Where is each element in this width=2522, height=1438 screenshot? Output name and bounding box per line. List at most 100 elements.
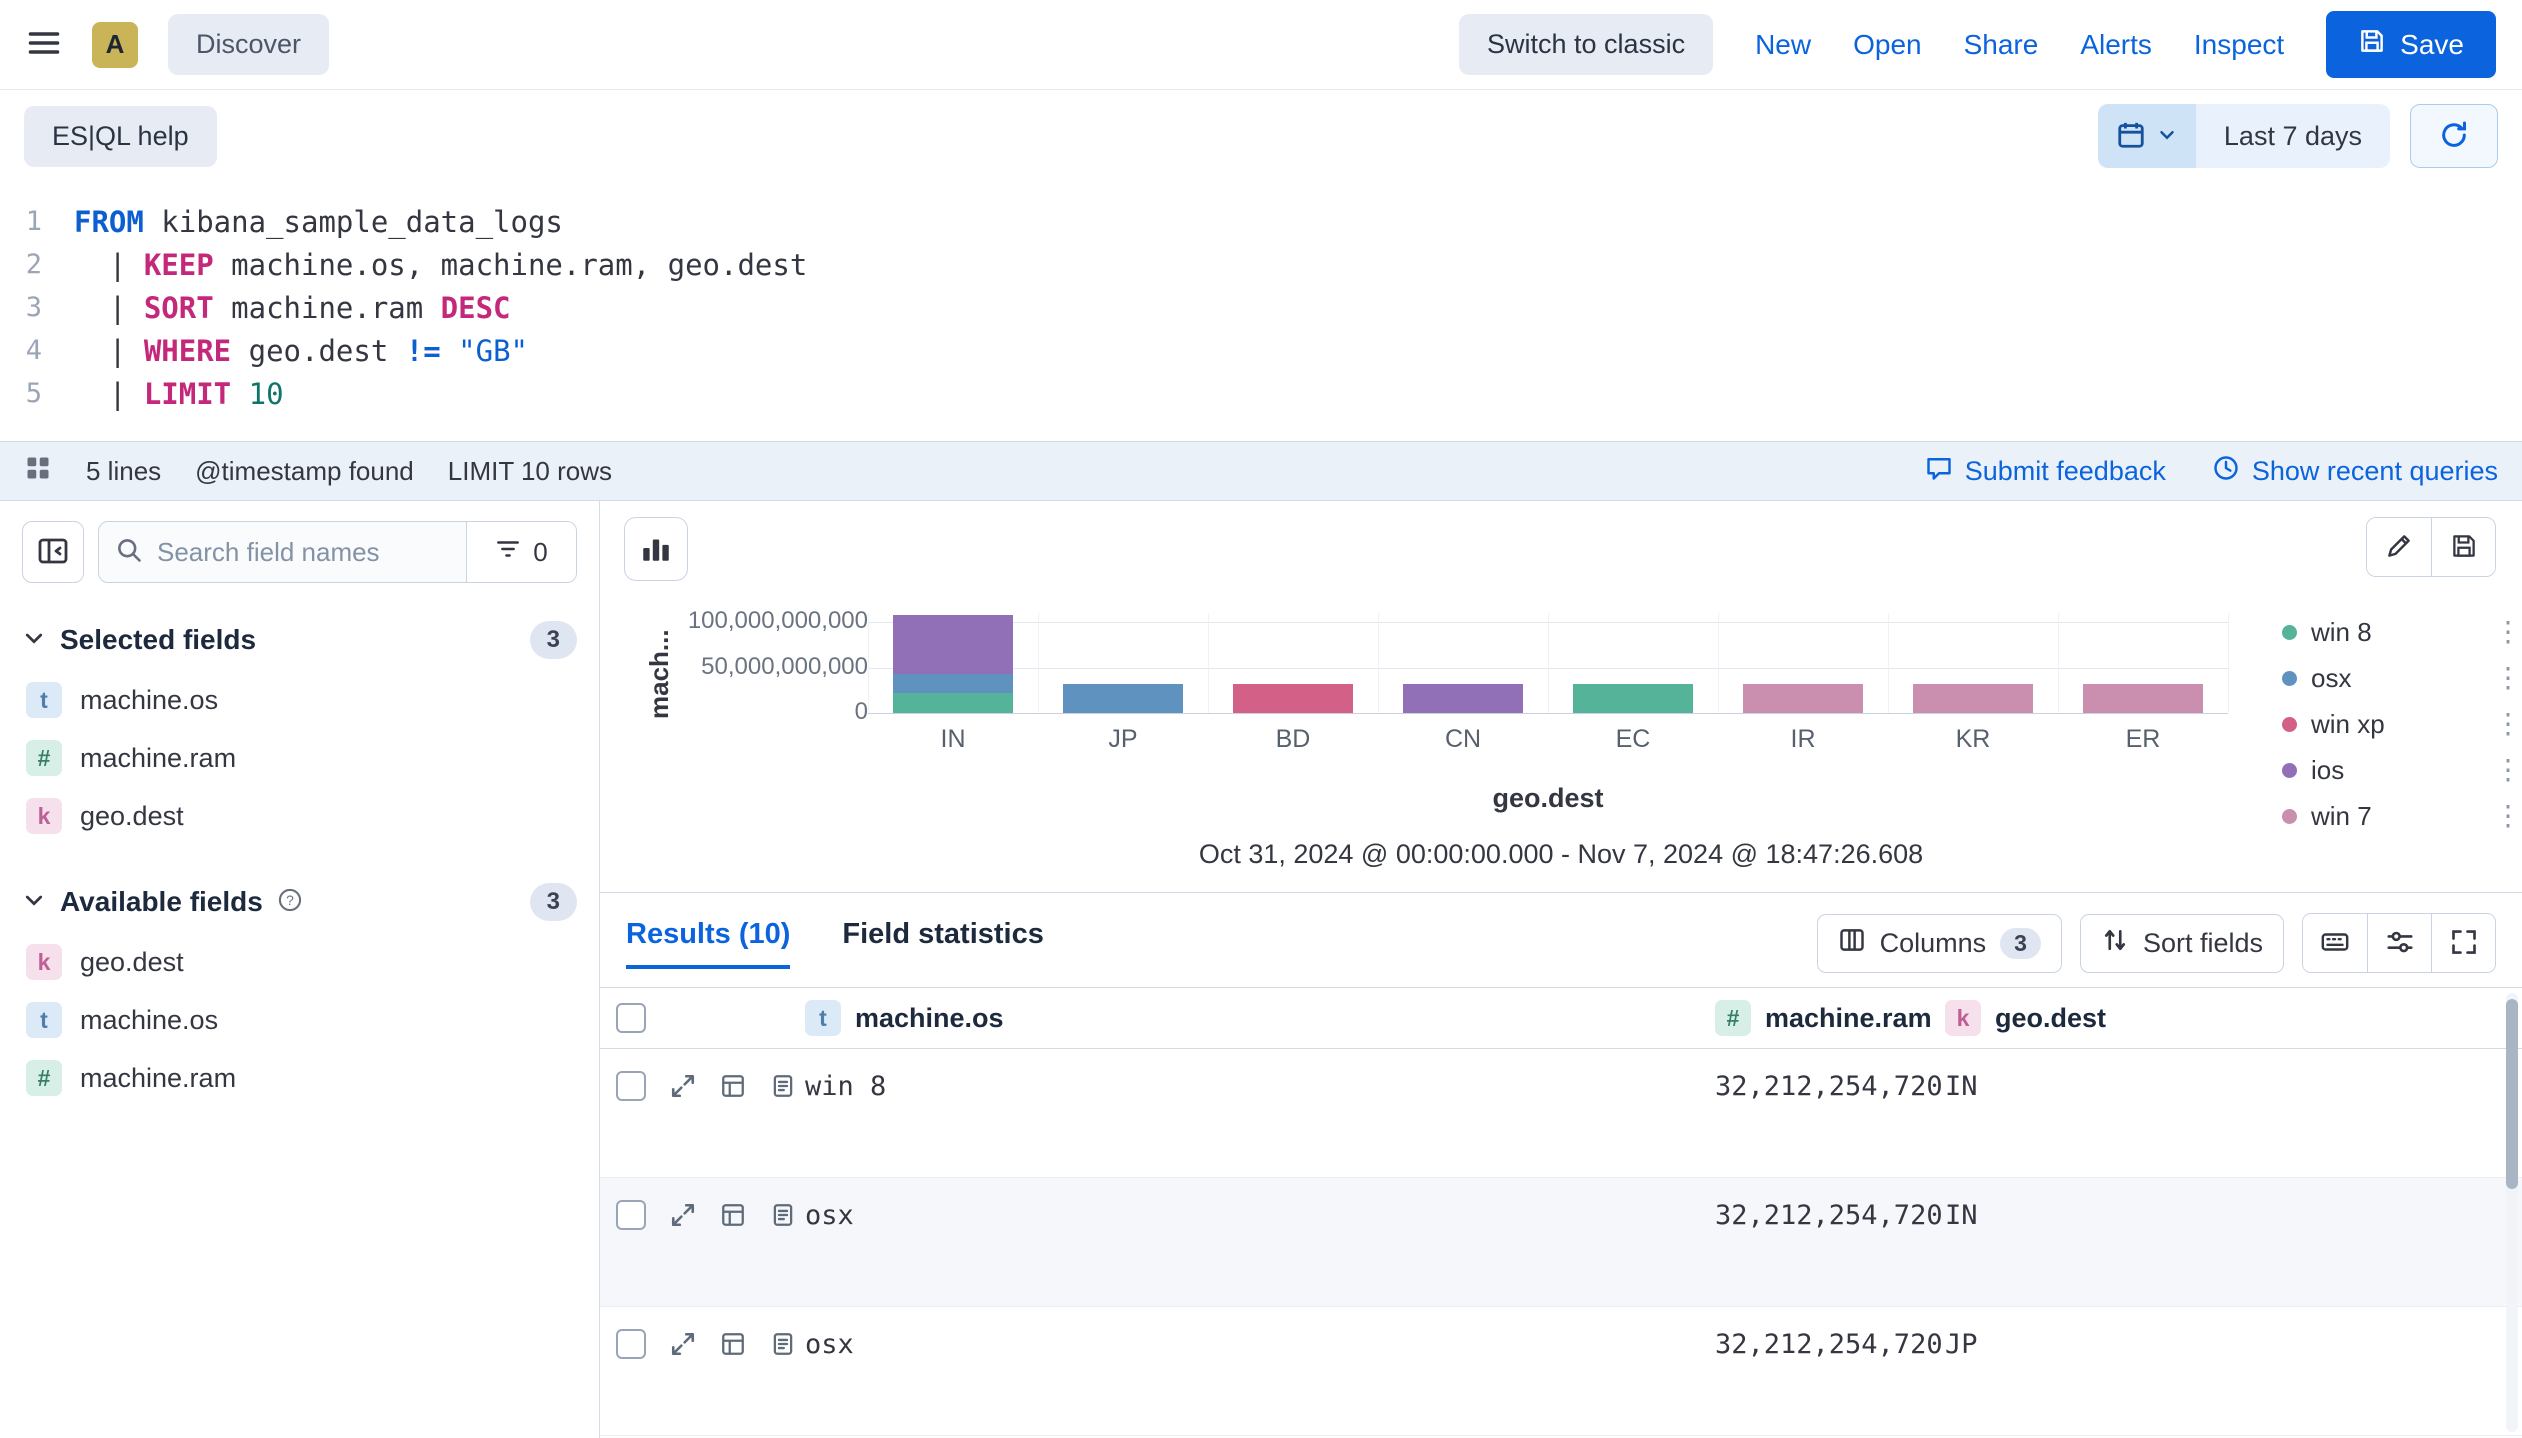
display-settings-button[interactable]: [2367, 914, 2431, 972]
legend-item-win-xp[interactable]: win xp ⋮: [2282, 709, 2522, 739]
cell-machine-os[interactable]: win 8: [805, 1071, 1715, 1102]
tab-results[interactable]: Results (10): [626, 918, 790, 969]
nav-open-button[interactable]: Open: [1853, 29, 1922, 61]
field-item-machine.ram[interactable]: #machine.ram: [22, 729, 577, 787]
view-doc-table-button[interactable]: [720, 1202, 746, 1228]
switch-to-classic-button[interactable]: Switch to classic: [1459, 14, 1713, 75]
refresh-query-button[interactable]: [2410, 104, 2498, 168]
column-header-geo-dest[interactable]: kgeo.dest: [1945, 1000, 2522, 1036]
field-name: geo.dest: [80, 801, 184, 832]
legend-label: win xp: [2311, 709, 2385, 740]
legend-item-win-7[interactable]: win 7⋮: [2282, 801, 2522, 831]
nav-new-button[interactable]: New: [1755, 29, 1811, 61]
esql-help-button[interactable]: ES|QL help: [24, 106, 217, 167]
chart-type-picker-button[interactable]: [624, 517, 688, 581]
code-line[interactable]: 5 | LIMIT 10: [0, 372, 2522, 415]
space-avatar[interactable]: A: [92, 22, 138, 68]
row-checkbox[interactable]: [616, 1200, 646, 1230]
date-quick-select-button[interactable]: [2098, 104, 2196, 168]
main-menu-button[interactable]: [26, 25, 62, 64]
save-button[interactable]: Save: [2326, 11, 2496, 78]
collapse-sidebar-button[interactable]: [22, 521, 84, 583]
bar-segment-osx[interactable]: [1063, 684, 1183, 713]
columns-button[interactable]: Columns 3: [1817, 914, 2062, 973]
cell-machine-os[interactable]: osx: [805, 1329, 1715, 1360]
keyboard-shortcuts-button[interactable]: [2303, 914, 2367, 972]
cell-machine-ram[interactable]: 32,212,254,720: [1715, 1071, 1945, 1102]
legend-actions-button[interactable]: ⋮: [2494, 618, 2522, 646]
view-doc-text-button[interactable]: [770, 1331, 796, 1357]
bar-segment-win-7[interactable]: [2083, 684, 2203, 713]
bar-segment-osx[interactable]: [893, 674, 1013, 694]
legend-actions-button[interactable]: ⋮: [2494, 756, 2522, 784]
refresh-icon: [2439, 120, 2469, 153]
legend-actions-button[interactable]: ⋮: [2494, 664, 2522, 692]
nav-share-button[interactable]: Share: [1964, 29, 2039, 61]
code-line[interactable]: 1FROM kibana_sample_data_logs: [0, 200, 2522, 243]
scrollbar-thumb[interactable]: [2506, 999, 2518, 1189]
bar-segment-ios[interactable]: [893, 615, 1013, 674]
cell-geo-dest[interactable]: IN: [1945, 1071, 2522, 1102]
cell-geo-dest[interactable]: JP: [1945, 1329, 2522, 1360]
help-circle-icon[interactable]: ?: [277, 887, 303, 918]
fullscreen-button[interactable]: [2431, 914, 2495, 972]
select-all-checkbox[interactable]: [616, 1003, 646, 1033]
code-line[interactable]: 2 | KEEP machine.os, machine.ram, geo.de…: [0, 243, 2522, 286]
recent-queries-link[interactable]: Show recent queries: [2212, 454, 2498, 489]
time-range-value[interactable]: Last 7 days: [2196, 104, 2390, 168]
gridline: [1378, 613, 1379, 713]
breadcrumb-discover[interactable]: Discover: [168, 14, 329, 75]
legend-actions-button[interactable]: ⋮: [2494, 802, 2522, 830]
edit-visualization-button[interactable]: [2367, 518, 2431, 576]
vertical-scrollbar[interactable]: [2506, 993, 2518, 1432]
search-field-names-input[interactable]: [157, 537, 450, 568]
legend-item-ios[interactable]: ios⋮: [2282, 755, 2522, 785]
legend-item-osx[interactable]: osx⋮: [2282, 663, 2522, 693]
chart-plot[interactable]: [868, 613, 2228, 713]
view-doc-text-button[interactable]: [770, 1202, 796, 1228]
expand-row-button[interactable]: [670, 1073, 696, 1099]
row-checkbox[interactable]: [616, 1329, 646, 1359]
legend-actions-button[interactable]: ⋮: [2494, 710, 2522, 738]
bar-segment-win-xp[interactable]: [1233, 684, 1353, 713]
nav-inspect-button[interactable]: Inspect: [2194, 29, 2284, 61]
field-item-machine.os[interactable]: tmachine.os: [22, 671, 577, 729]
cell-machine-ram[interactable]: 32,212,254,720: [1715, 1329, 1945, 1360]
code-line[interactable]: 4 | WHERE geo.dest != "GB": [0, 329, 2522, 372]
selected-fields-header[interactable]: Selected fields 3: [22, 621, 577, 659]
view-doc-table-button[interactable]: [720, 1073, 746, 1099]
field-filter-button[interactable]: 0: [466, 522, 576, 582]
field-search[interactable]: [99, 522, 466, 582]
cell-geo-dest[interactable]: IN: [1945, 1200, 2522, 1231]
cell-machine-os[interactable]: osx: [805, 1200, 1715, 1231]
view-doc-table-button[interactable]: [720, 1331, 746, 1357]
code-line[interactable]: 3 | SORT machine.ram DESC: [0, 286, 2522, 329]
available-fields-header[interactable]: Available fields ? 3: [22, 883, 577, 921]
nav-alerts-button[interactable]: Alerts: [2080, 29, 2152, 61]
expand-row-button[interactable]: [670, 1331, 696, 1357]
bar-segment-win-7[interactable]: [1743, 684, 1863, 713]
line-number: 1: [0, 206, 74, 237]
bar-segment-win-8[interactable]: [1573, 684, 1693, 713]
column-header-machine-ram[interactable]: #machine.ram: [1715, 1000, 1945, 1036]
expand-row-button[interactable]: [670, 1202, 696, 1228]
field-item-geo.dest[interactable]: kgeo.dest: [22, 787, 577, 845]
tab-field-statistics[interactable]: Field statistics: [842, 918, 1043, 969]
field-item-machine.ram[interactable]: #machine.ram: [22, 1049, 577, 1107]
view-doc-text-button[interactable]: [770, 1073, 796, 1099]
bar-segment-win-7[interactable]: [1913, 684, 2033, 713]
column-header-machine-os[interactable]: tmachine.os: [805, 1000, 1715, 1036]
cell-machine-ram[interactable]: 32,212,254,720: [1715, 1200, 1945, 1231]
bar-segment-ios[interactable]: [1403, 684, 1523, 713]
submit-feedback-link[interactable]: Submit feedback: [1925, 454, 2166, 489]
cell-value: 32,212,254,720: [1715, 1200, 1943, 1231]
field-name: machine.os: [80, 1005, 218, 1036]
esql-editor[interactable]: 1FROM kibana_sample_data_logs2 | KEEP ma…: [0, 182, 2522, 441]
legend-item-win-8[interactable]: win 8⋮: [2282, 617, 2522, 647]
field-item-machine.os[interactable]: tmachine.os: [22, 991, 577, 1049]
save-visualization-button[interactable]: [2431, 518, 2495, 576]
field-item-geo.dest[interactable]: kgeo.dest: [22, 933, 577, 991]
bar-segment-win-8[interactable]: [893, 693, 1013, 713]
row-checkbox[interactable]: [616, 1071, 646, 1101]
sort-fields-button[interactable]: Sort fields: [2080, 914, 2284, 973]
